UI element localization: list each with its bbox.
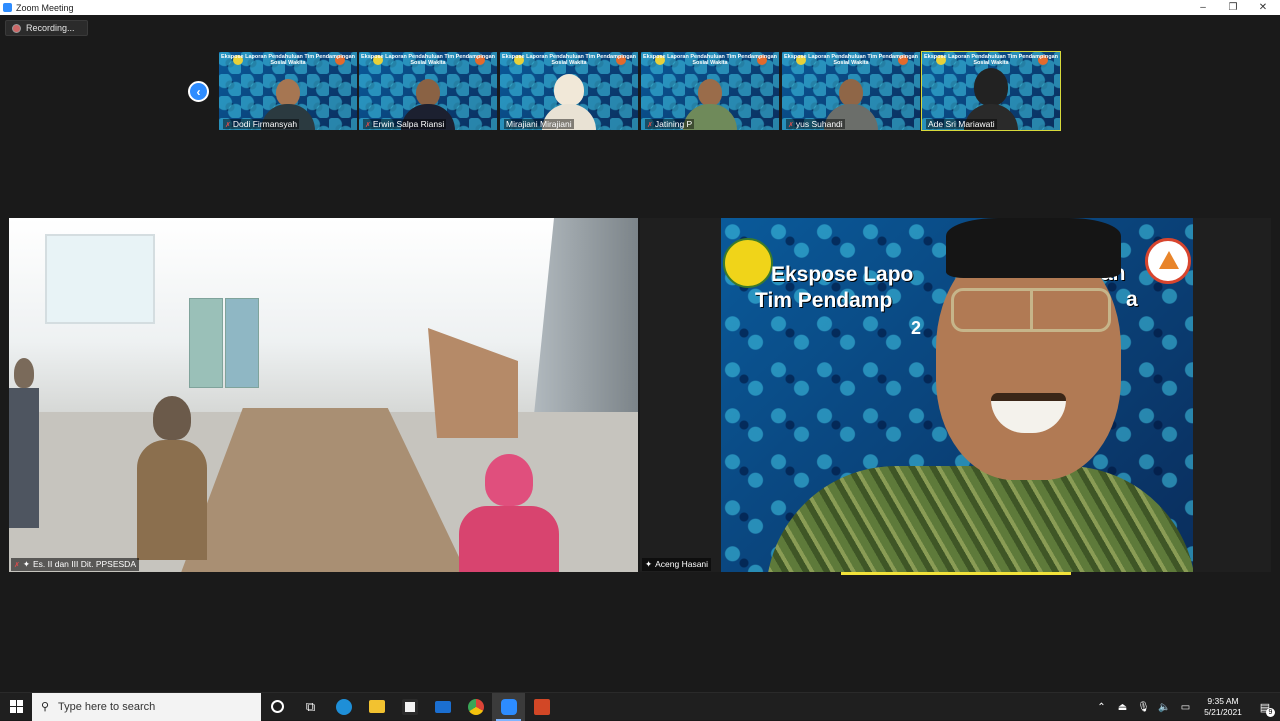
notification-center-button[interactable]: ▤ 9 <box>1250 701 1280 717</box>
taskbar-search-box[interactable]: ⚲ Type here to search <box>32 692 261 721</box>
participant-thumbnail[interactable]: Ekspose Laporan Pendahuluan Tim Pendampi… <box>782 52 920 130</box>
recording-icon <box>12 23 21 33</box>
office-window <box>45 234 155 324</box>
thumbnail-banner: Ekspose Laporan Pendahuluan Tim Pendampi… <box>783 54 919 66</box>
thumbnail-banner: Ekspose Laporan Pendahuluan Tim Pendampi… <box>642 54 778 66</box>
participant-thumbnail[interactable]: Ekspose Laporan Pendahuluan Tim Pendampi… <box>219 52 357 130</box>
active-speaker-indicator <box>841 572 1071 575</box>
volume-icon[interactable]: 🔈 <box>1154 702 1175 713</box>
participant-name: ✗ yus Suhandi <box>786 119 845 129</box>
pin-icon: ✦ <box>645 559 653 569</box>
clock-date: 5/21/2021 <box>1204 707 1242 717</box>
search-placeholder: Type here to search <box>58 700 156 713</box>
network-icon[interactable]: ▭ <box>1175 702 1196 713</box>
recording-label: Recording... <box>26 23 75 33</box>
zoom-app-icon <box>3 3 12 12</box>
muted-mic-icon: ✗ <box>225 122 231 129</box>
start-button[interactable] <box>0 693 32 721</box>
clock-time: 9:35 AM <box>1207 696 1239 706</box>
close-button[interactable]: ✕ <box>1248 0 1278 15</box>
usb-icon[interactable]: ⏏ <box>1112 702 1133 713</box>
participant-thumbnail[interactable]: Ekspose Laporan Pendahuluan Tim Pendampi… <box>359 52 497 130</box>
filing-cabinet <box>189 298 223 388</box>
microphone-icon[interactable]: 🎙 <box>1133 702 1154 713</box>
thumbnail-banner: Ekspose Laporan Pendahuluan Tim Pendampi… <box>360 54 496 66</box>
speaker-video: Ekspose Lapo Tim Pendamp an a 2 <box>721 218 1193 572</box>
thumbnail-banner: Ekspose Laporan Pendahuluan Tim Pendampi… <box>501 54 637 66</box>
pin-icon: ✦ <box>22 559 30 569</box>
participant-thumbnail[interactable]: Ekspose Laporan Pendahuluan Tim Pendampi… <box>500 52 638 130</box>
chrome-icon[interactable] <box>459 693 492 721</box>
muted-mic-icon: ✗ <box>647 122 653 129</box>
notification-count: 9 <box>1266 707 1275 717</box>
windows-taskbar: ⚲ Type here to search ⧉ ⌃ ⏏ 🎙 🔈 ▭ 9:35 A… <box>0 692 1280 721</box>
video-name-label: ✦ Aceng Hasani <box>642 558 712 571</box>
filing-cabinet <box>225 298 259 388</box>
speaker-person <box>766 218 1193 572</box>
powerpoint-icon[interactable] <box>525 693 558 721</box>
chevron-up-icon[interactable]: ⌃ <box>1091 702 1112 713</box>
search-icon: ⚲ <box>40 701 50 713</box>
store-icon[interactable] <box>393 693 426 721</box>
video-tile-speaker[interactable]: Ekspose Lapo Tim Pendamp an a 2 ✦Aceng H… <box>640 218 1271 572</box>
participant-person <box>9 358 39 528</box>
thumbnail-banner: Ekspose Laporan Pendahuluan Tim Pendampi… <box>220 54 356 66</box>
slide-title-line2: Tim Pendamp <box>755 289 893 312</box>
zoom-icon[interactable] <box>492 692 525 721</box>
previous-page-button[interactable]: ‹ <box>188 81 209 102</box>
participant-name: Ade Sri Mariawati <box>926 119 997 129</box>
system-tray: ⌃ ⏏ 🎙 🔈 ▭ 9:35 AM 5/21/2021 ▤ 9 <box>1091 693 1280 721</box>
edge-icon[interactable] <box>327 693 360 721</box>
window-title: Zoom Meeting <box>16 2 74 13</box>
window-title-bar: Zoom Meeting – ❐ ✕ <box>0 0 1280 15</box>
cortana-icon[interactable] <box>261 693 294 721</box>
participant-person <box>459 454 559 572</box>
muted-mic-icon: ✗ <box>788 122 794 129</box>
video-tile-office[interactable]: ✗ ✦ Es. II dan III Dit. PPSESDA <box>9 218 638 572</box>
office-desk <box>428 328 518 438</box>
task-view-icon[interactable]: ⧉ <box>294 693 327 721</box>
minimize-button[interactable]: – <box>1188 0 1218 15</box>
thumbnail-banner: Ekspose Laporan Pendahuluan Tim Pendampi… <box>923 54 1059 66</box>
restore-button[interactable]: ❐ <box>1218 0 1248 15</box>
participant-name: ✗ Dodi Firmansyah <box>223 119 300 129</box>
recording-indicator[interactable]: Recording... <box>5 20 88 36</box>
file-explorer-icon[interactable] <box>360 693 393 721</box>
participant-thumbnail[interactable]: Ekspose Laporan Pendahuluan Tim Pendampi… <box>641 52 779 130</box>
institution-logo-icon <box>723 238 773 288</box>
muted-mic-icon: ✗ <box>365 122 371 129</box>
slide-title-line1: Ekspose Lapo <box>771 263 914 286</box>
mail-icon[interactable] <box>426 693 459 721</box>
meeting-stage: Recording... ‹ Ekspose Laporan Pendahulu… <box>0 15 1280 692</box>
slide-title: Ekspose Lapo Tim Pendamp <box>755 262 914 314</box>
participant-person <box>137 396 207 560</box>
participant-name: Mirajiani Mirajiani <box>504 119 574 129</box>
participant-name: ✗ Jatining P <box>645 119 695 129</box>
participant-name: ✗ Erwin Salpa Riansi <box>363 119 447 129</box>
video-name-label: ✗ ✦ Es. II dan III Dit. PPSESDA <box>11 558 139 571</box>
taskbar-clock[interactable]: 9:35 AM 5/21/2021 <box>1196 696 1250 718</box>
participant-thumbnail[interactable]: Ekspose Laporan Pendahuluan Tim Pendampi… <box>921 51 1061 131</box>
muted-mic-icon: ✗ <box>14 562 20 569</box>
